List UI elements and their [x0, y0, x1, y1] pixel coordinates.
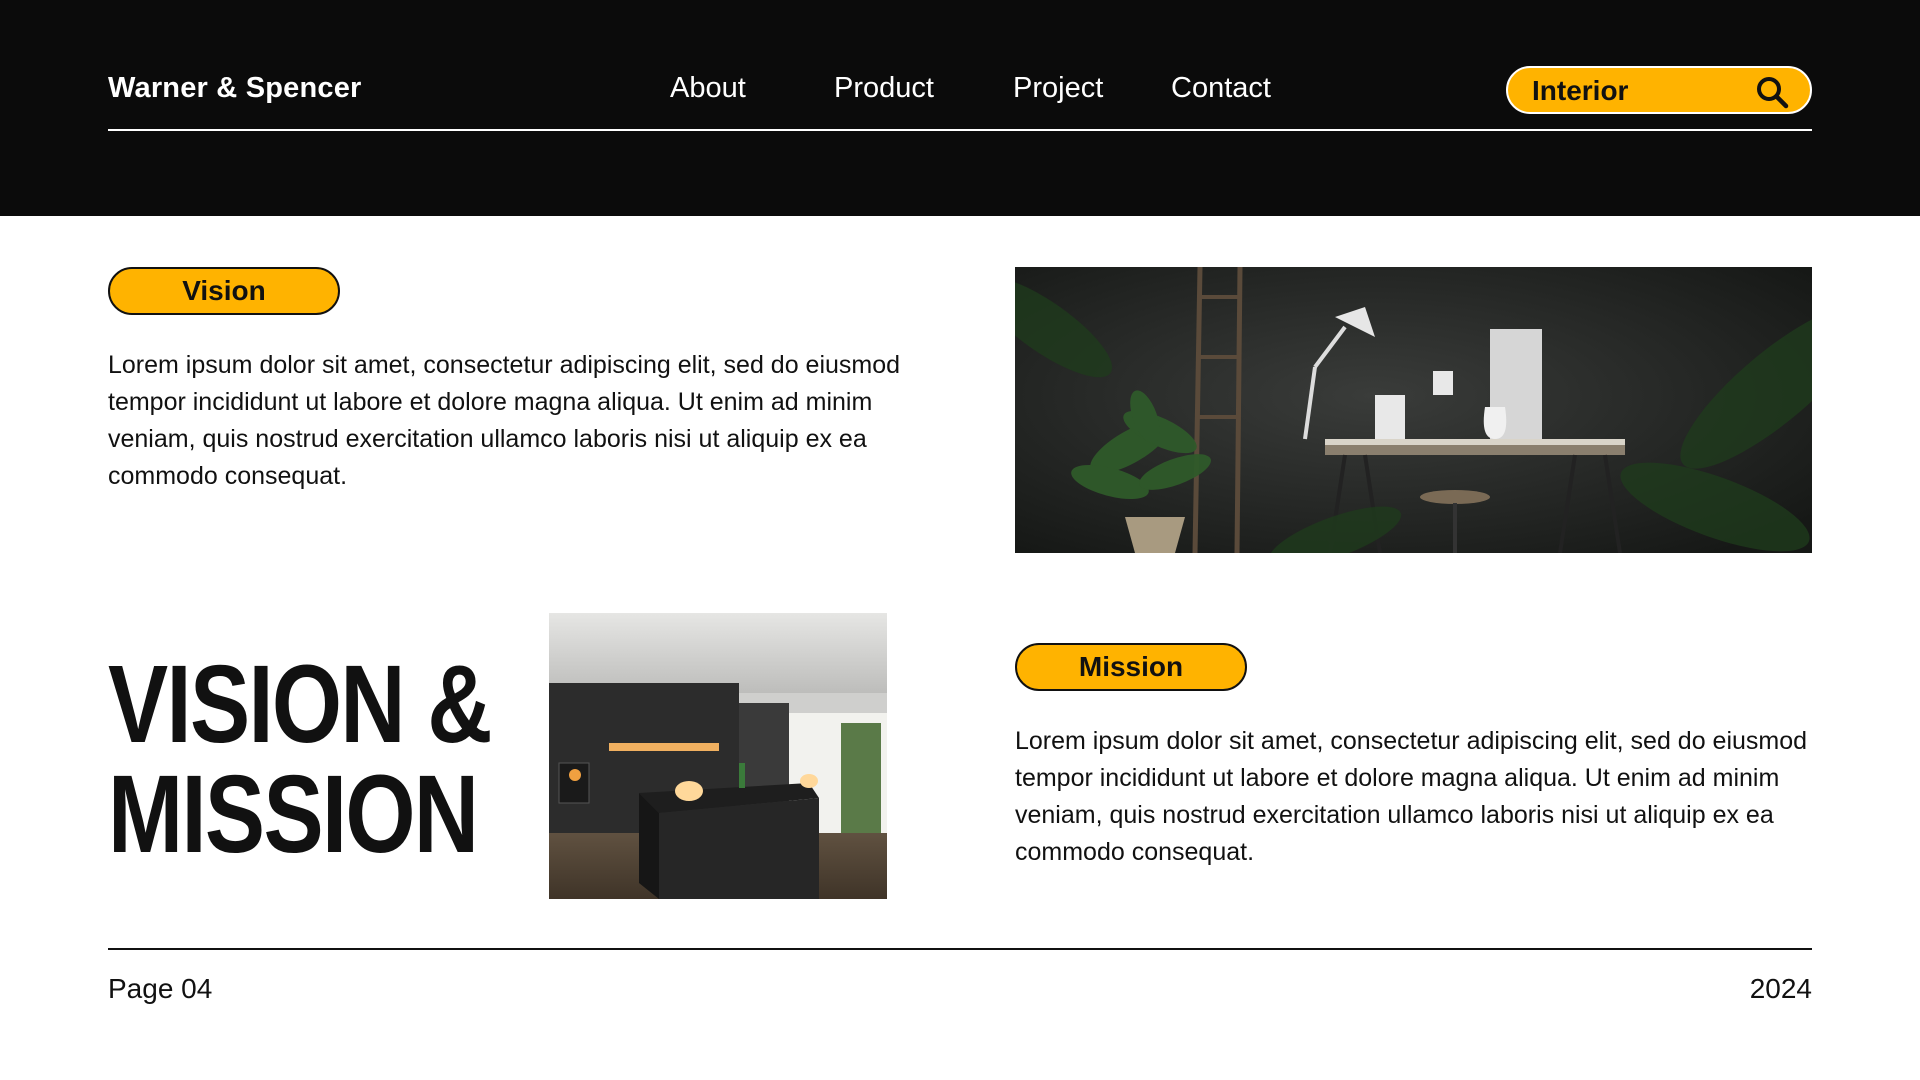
- search-input-value[interactable]: Interior: [1532, 75, 1628, 107]
- mission-paragraph: Lorem ipsum dolor sit amet, consectetur …: [1015, 727, 1808, 866]
- title-line-1: VISION &: [108, 643, 492, 766]
- kitchen-image: [549, 613, 887, 899]
- nav-project[interactable]: Project: [1013, 72, 1103, 105]
- footer-year: 2024: [1749, 973, 1812, 1004]
- nav-contact[interactable]: Contact: [1171, 72, 1271, 105]
- nav-about[interactable]: About: [670, 72, 746, 105]
- header-divider: [108, 129, 1812, 131]
- nav-product[interactable]: Product: [834, 72, 934, 105]
- brand-logo[interactable]: Warner & Spencer: [108, 72, 362, 105]
- footer-divider: [108, 948, 1812, 950]
- vision-badge: Vision: [108, 267, 340, 315]
- search-field[interactable]: Interior: [1506, 66, 1812, 114]
- office-desk-image: [1015, 267, 1812, 553]
- mission-badge: Mission: [1015, 643, 1247, 691]
- page-number: Page 04: [108, 973, 213, 1004]
- header-bar: Warner & Spencer About Product Project C…: [0, 0, 1920, 216]
- page-title: VISION & MISSION: [108, 643, 492, 876]
- search-icon[interactable]: [1754, 74, 1790, 110]
- vision-paragraph: Lorem ipsum dolor sit amet, consectetur …: [108, 351, 901, 490]
- title-line-2: MISSION: [108, 753, 479, 876]
